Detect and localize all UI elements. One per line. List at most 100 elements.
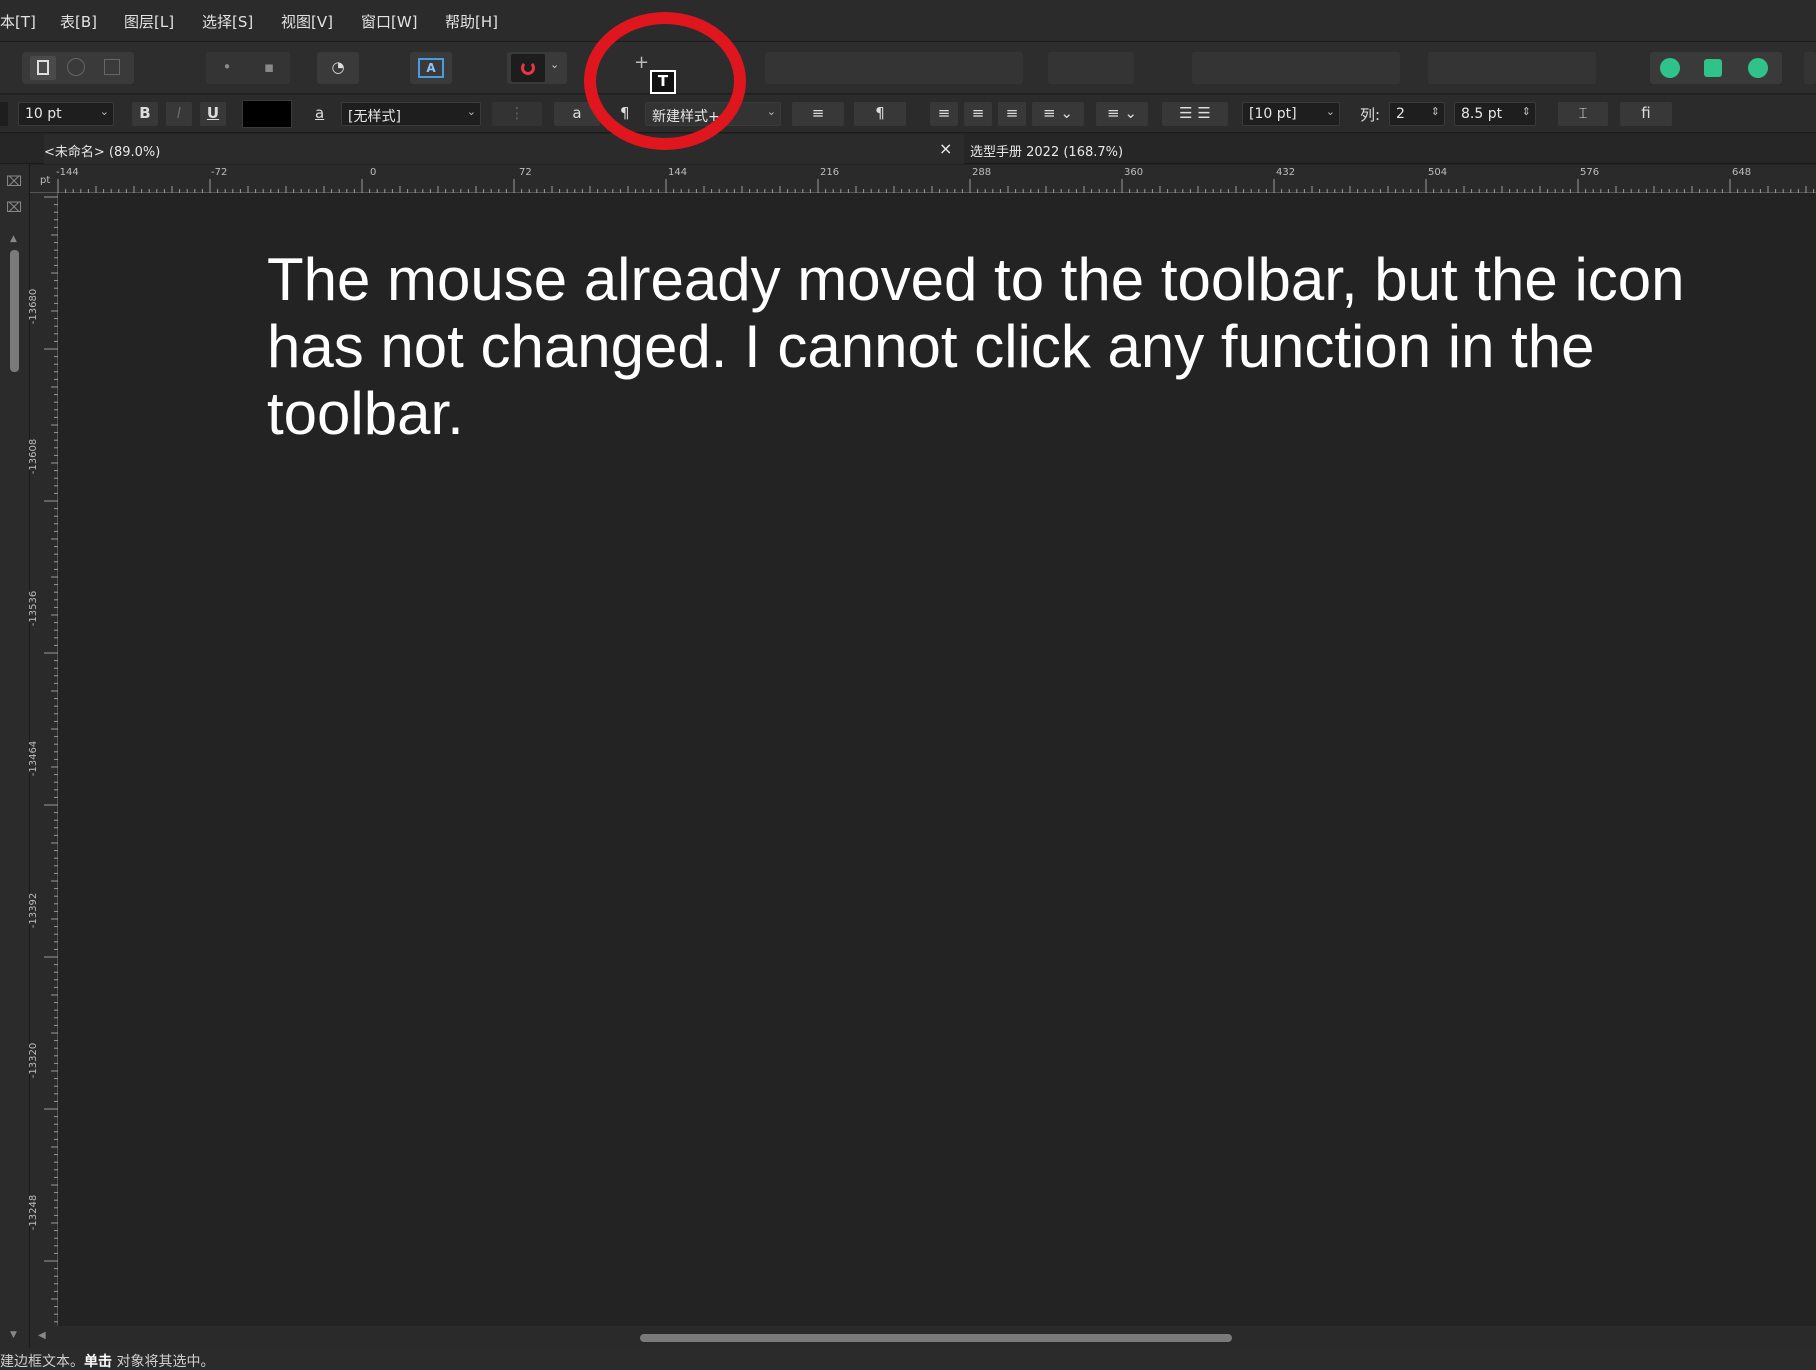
show-special-characters-button[interactable]: ¶ bbox=[854, 102, 906, 126]
scroll-left-icon[interactable]: ◀ bbox=[38, 1330, 46, 1341]
magnet-icon bbox=[511, 54, 545, 82]
ruler-label: 360 bbox=[1124, 167, 1144, 178]
transform-tools-group[interactable] bbox=[1428, 52, 1596, 84]
pin-group: • ▪ bbox=[206, 52, 290, 84]
crosshair-icon: + bbox=[634, 52, 650, 73]
menu-help[interactable]: 帮助[H] bbox=[445, 11, 498, 32]
ruler-label: 0 bbox=[370, 167, 377, 178]
truncated-field[interactable] bbox=[0, 102, 8, 126]
character-style-select[interactable]: [无样式] ⌄ bbox=[341, 102, 481, 126]
ruler-label: -13464 bbox=[28, 740, 40, 777]
tab-label: 选型手册 2022 (168.7%) bbox=[970, 145, 1124, 160]
clear-formatting-button[interactable]: ⋮ bbox=[492, 102, 542, 126]
ruler-ticks bbox=[57, 179, 1815, 193]
main-toolbar: • ▪ ◔ A ⌄ bbox=[0, 42, 1816, 94]
chevron-down-icon[interactable]: ⌄ bbox=[467, 105, 476, 118]
align-left-button[interactable]: ≡ bbox=[930, 102, 958, 126]
ruler-label: -72 bbox=[211, 167, 228, 178]
list-buttons[interactable]: ☰ ☰ bbox=[1162, 102, 1228, 126]
context-toolbar: 10 pt ⌄ B I U a [无样式] ⌄ ⋮ a ¶ 新建样式+ ⌄ ≡ … bbox=[0, 95, 1816, 133]
stepper-icon[interactable]: ⇕ bbox=[1522, 105, 1531, 118]
underline-button[interactable]: U bbox=[200, 102, 226, 126]
align-tools-group[interactable] bbox=[765, 52, 1023, 84]
bleed-mode-icon[interactable] bbox=[104, 59, 120, 75]
stepper-icon[interactable]: ⇕ bbox=[1431, 105, 1440, 118]
bold-button[interactable]: B bbox=[132, 102, 158, 126]
left-panel-strip: ☰ ⌧ ⌧ ▲ ▼ bbox=[0, 134, 30, 1348]
gutter-field[interactable]: 8.5 pt ⇕ bbox=[1454, 102, 1536, 126]
close-icon[interactable]: × bbox=[939, 139, 952, 158]
ruler-label: -13608 bbox=[28, 438, 40, 475]
columns-field[interactable]: 2 ⇕ bbox=[1389, 102, 1445, 126]
intersect-shape-icon[interactable] bbox=[1748, 58, 1768, 78]
ruler-label: 432 bbox=[1276, 167, 1296, 178]
trash-icon[interactable]: ⌧ bbox=[6, 200, 22, 216]
chevron-down-icon[interactable]: ⌄ bbox=[1326, 105, 1335, 118]
menu-layer[interactable]: 图层[L] bbox=[124, 11, 174, 32]
subtract-shape-icon[interactable] bbox=[1704, 59, 1722, 77]
menu-select[interactable]: 选择[S] bbox=[202, 11, 253, 32]
boolean-tools-group bbox=[1650, 52, 1782, 84]
ruler-label: 216 bbox=[820, 167, 840, 178]
add-shape-icon[interactable] bbox=[1660, 58, 1680, 78]
chevron-down-icon[interactable]: ⌄ bbox=[550, 58, 559, 71]
frame-text-icon: A bbox=[418, 58, 444, 78]
text-color-swatch[interactable] bbox=[242, 100, 292, 128]
pin-icon[interactable]: • bbox=[206, 58, 248, 76]
ruler-label: 576 bbox=[1580, 167, 1600, 178]
menu-window[interactable]: 窗口[W] bbox=[361, 11, 418, 32]
ligature-button[interactable]: fi bbox=[1620, 102, 1672, 126]
eye-button[interactable]: ◔ bbox=[317, 52, 359, 84]
annotation-text: The mouse already moved to the toolbar, … bbox=[267, 246, 1685, 447]
paragraph-indent-button[interactable]: ≡ bbox=[792, 102, 844, 126]
snapping-button[interactable]: ⌄ bbox=[507, 52, 567, 84]
menu-view[interactable]: 视图[V] bbox=[281, 11, 333, 32]
justify-button[interactable]: ≡ ⌄ bbox=[1032, 102, 1084, 126]
frame-text-button[interactable]: A bbox=[410, 52, 452, 84]
ruler-label: -144 bbox=[56, 167, 79, 178]
menu-text[interactable]: 本[T] bbox=[0, 11, 36, 32]
menu-table[interactable]: 表[B] bbox=[60, 11, 97, 32]
horizontal-ruler[interactable]: pt -144 -72 0 72 144 216 288 360 432 504… bbox=[30, 165, 1816, 193]
ruler-label: 144 bbox=[668, 167, 688, 178]
vertical-scroll-thumb[interactable] bbox=[10, 250, 19, 372]
align-right-button[interactable]: ≡ bbox=[998, 102, 1026, 126]
preview-mode-icon[interactable] bbox=[67, 58, 85, 76]
stop-pin-icon[interactable]: ▪ bbox=[248, 58, 290, 76]
columns-label: 列: bbox=[1360, 106, 1381, 124]
italic-button[interactable]: I bbox=[166, 102, 192, 126]
text-frame-options-button[interactable]: ⌶ bbox=[1558, 102, 1608, 126]
gutter-value: 8.5 pt bbox=[1461, 106, 1503, 122]
ruler-label: -13320 bbox=[28, 1042, 40, 1079]
overflow-button[interactable] bbox=[1804, 52, 1816, 84]
align-center-button[interactable]: ≡ bbox=[964, 102, 992, 126]
leading-value: [10 pt] bbox=[1249, 106, 1297, 122]
horizontal-scroll-thumb[interactable] bbox=[640, 1334, 1232, 1342]
leading-field[interactable]: [10 pt] ⌄ bbox=[1242, 102, 1340, 126]
font-size-field[interactable]: 10 pt ⌄ bbox=[18, 102, 114, 126]
ruler-label: 648 bbox=[1732, 167, 1752, 178]
chevron-down-icon[interactable]: ⌄ bbox=[100, 105, 109, 118]
status-text-suffix: 对象将其选中。 bbox=[112, 1354, 215, 1370]
chevron-down-icon[interactable]: ⌄ bbox=[767, 105, 776, 118]
ruler-label: 504 bbox=[1428, 167, 1448, 178]
vertical-align-button[interactable]: ≡ ⌄ bbox=[1096, 102, 1148, 126]
page-view-icon[interactable] bbox=[30, 56, 56, 80]
ruler-label: -13680 bbox=[28, 288, 40, 325]
tab-untitled[interactable]: <未命名> (89.0%) × bbox=[44, 134, 964, 164]
vertical-ruler[interactable]: -13680 -13608 -13536 -13464 -13392 -1332… bbox=[28, 193, 58, 1326]
arrange-tools-group[interactable] bbox=[1192, 52, 1400, 84]
ruler-unit: pt bbox=[40, 175, 51, 186]
tab-catalog-2022[interactable]: 选型手册 2022 (168.7%) bbox=[970, 134, 1270, 164]
document-canvas[interactable]: The mouse already moved to the toolbar, … bbox=[59, 194, 1816, 1326]
character-style-value: [无样式] bbox=[348, 109, 401, 125]
text-cursor-icon: T bbox=[650, 70, 676, 94]
horizontal-scrollbar[interactable]: ◀ bbox=[30, 1326, 1816, 1348]
scroll-down-icon[interactable]: ▼ bbox=[10, 1330, 17, 1340]
trash-icon[interactable]: ⌧ bbox=[6, 174, 22, 190]
status-bar: 建边框文本。单击 对象将其选中。 bbox=[0, 1348, 1816, 1370]
columns-value: 2 bbox=[1396, 106, 1405, 122]
distribute-tools-group[interactable] bbox=[1048, 52, 1134, 84]
font-size-value: 10 pt bbox=[25, 106, 62, 122]
ruler-label: -13248 bbox=[28, 1194, 40, 1231]
